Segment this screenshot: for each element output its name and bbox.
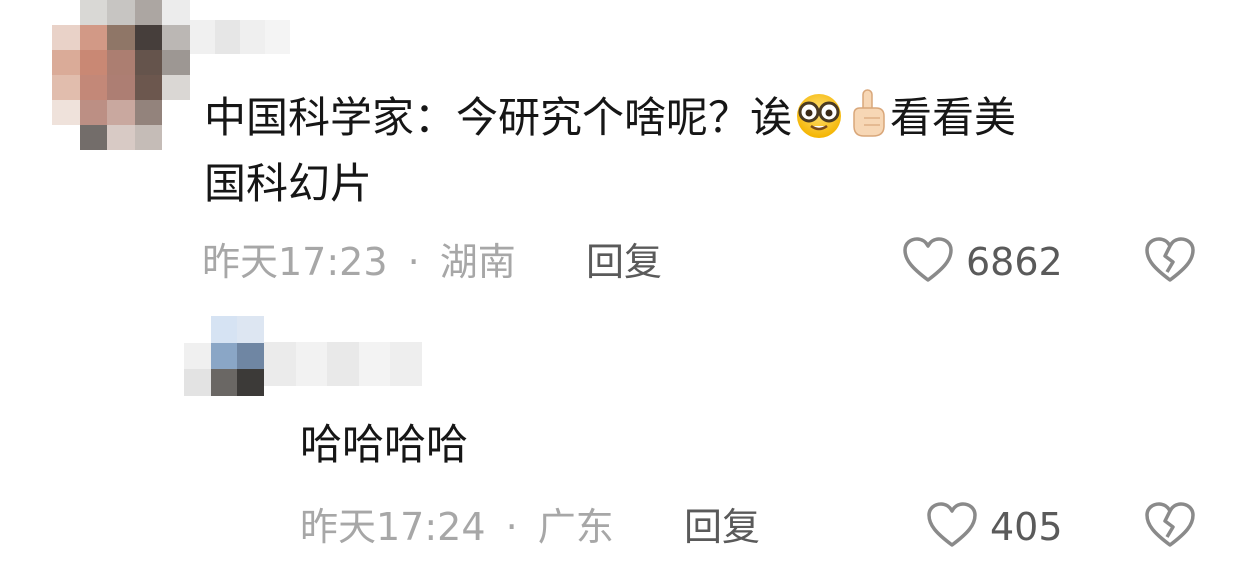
- like-count: 405: [990, 505, 1063, 549]
- broken-heart-icon: [1145, 502, 1195, 547]
- comment-text: 哈哈哈哈: [300, 420, 469, 469]
- location: 广东: [537, 505, 614, 549]
- location: 湖南: [439, 240, 516, 284]
- heart-icon: [903, 237, 953, 282]
- comment-text-part: 看看美: [890, 93, 1017, 142]
- dislike-button[interactable]: [1144, 501, 1196, 553]
- heart-icon: [927, 502, 977, 547]
- meta-separator: ·: [407, 240, 420, 284]
- broken-heart-icon: [1145, 237, 1195, 282]
- username[interactable]: [264, 342, 422, 386]
- comment-text-part: 国科幻片: [204, 159, 373, 208]
- like-button[interactable]: [902, 236, 954, 288]
- timestamp: 昨天17:24: [300, 505, 486, 549]
- reply-button[interactable]: 回复: [684, 505, 760, 549]
- avatar[interactable]: [184, 316, 264, 396]
- meta-separator: ·: [505, 505, 518, 549]
- reply-button[interactable]: 回复: [586, 240, 662, 284]
- nerd-face-emoji: [792, 90, 846, 155]
- comment-meta: 昨天17:24 · 广东: [300, 505, 614, 549]
- dislike-button[interactable]: [1144, 236, 1196, 288]
- username[interactable]: [190, 20, 290, 54]
- avatar[interactable]: [52, 0, 190, 150]
- like-count: 6862: [966, 240, 1063, 284]
- comment-text-part: 中国科学家：今研究个啥呢？诶: [204, 93, 793, 142]
- pointing-up-emoji: [846, 86, 890, 155]
- comment-meta: 昨天17:23 · 湖南: [202, 240, 516, 284]
- timestamp: 昨天17:23: [202, 240, 388, 284]
- like-button[interactable]: [926, 501, 978, 553]
- comment-text: 中国科学家：今研究个啥呢？诶 看看美 国科幻片: [204, 86, 1204, 213]
